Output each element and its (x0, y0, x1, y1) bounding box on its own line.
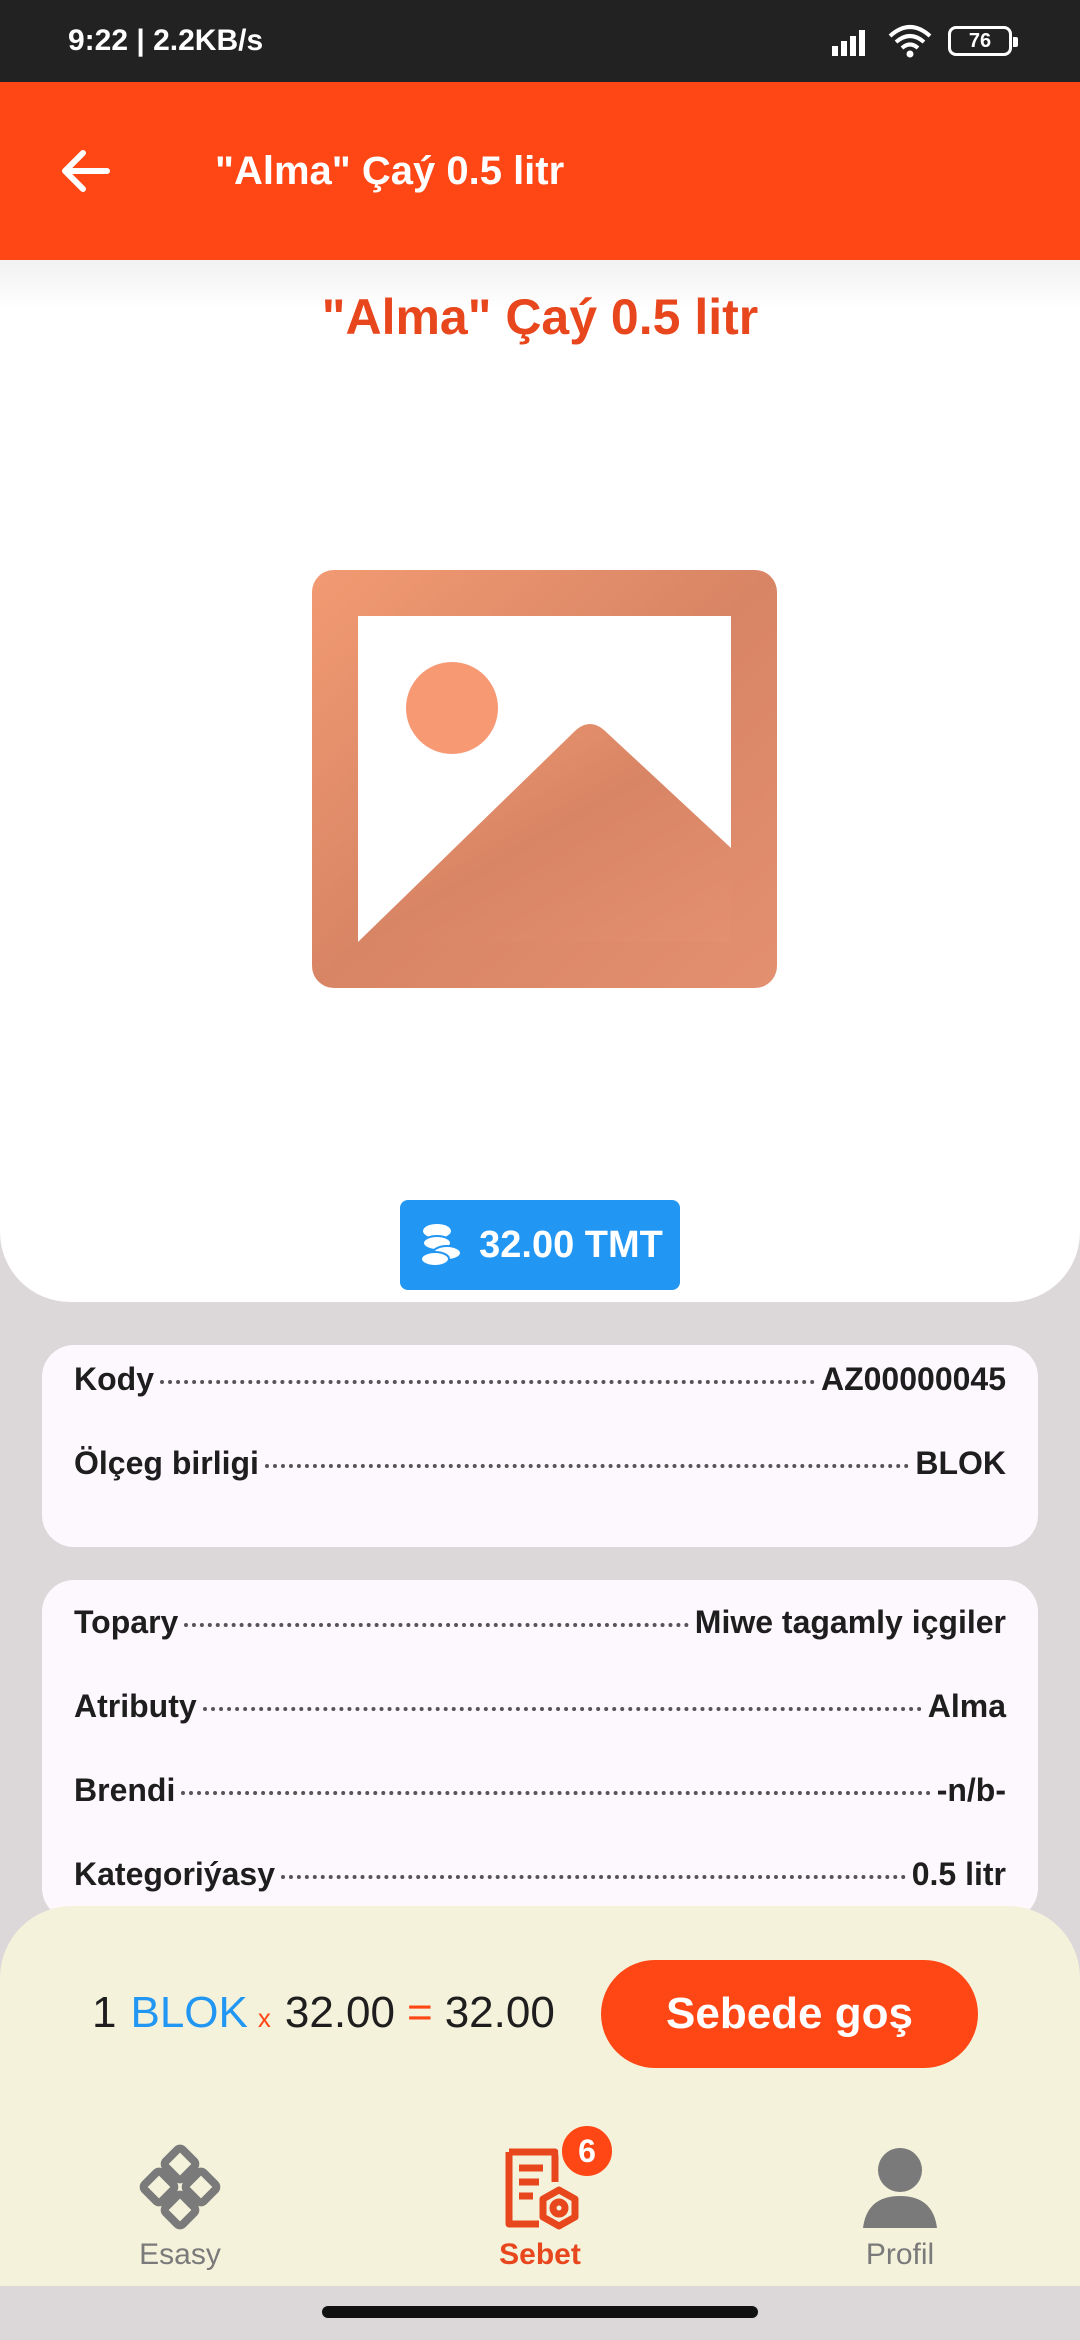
equals-sign: = (406, 1988, 433, 2037)
app-bar-title: "Alma" Çaý 0.5 litr (215, 148, 565, 193)
leader-dots (264, 1464, 910, 1468)
info-label: Topary (74, 1604, 179, 1640)
leader-dots (280, 1875, 906, 1879)
profile-icon (863, 2148, 937, 2228)
info-value: -n/b- (936, 1772, 1006, 1808)
unit-value[interactable]: BLOK (130, 1988, 247, 2038)
nav-label-cart: Sebet (499, 2238, 581, 2271)
product-title: "Alma" Çaý 0.5 litr (321, 289, 759, 345)
info-value: Alma (927, 1688, 1006, 1724)
info-card-primary: Kody AZ00000045 Ölçeg birligi BLOK (42, 1345, 1038, 1547)
multiply-sign: x (257, 2003, 271, 2033)
battery-level: 76 (968, 29, 992, 52)
unit-price: 32.00 (284, 1988, 395, 2037)
app-bar: "Alma" Çaý 0.5 litr (0, 82, 1080, 260)
info-label: Ölçeg birligi (74, 1445, 259, 1481)
info-row-attribute: Atributy Alma (74, 1688, 1006, 1772)
info-label: Atributy (74, 1688, 197, 1724)
status-icons: 76 (830, 24, 1018, 58)
leader-dots (184, 1623, 689, 1627)
info-value: Miwe tagamly içgiler (694, 1604, 1006, 1640)
battery-icon: 76 (948, 26, 1018, 56)
total-price: 32.00 (444, 1988, 555, 2037)
info-value: 0.5 litr (911, 1856, 1006, 1892)
info-row-code: Kody AZ00000045 (74, 1361, 1006, 1445)
back-button[interactable] (40, 126, 130, 216)
leader-dots (181, 1791, 931, 1795)
quantity-value[interactable]: 1 (92, 1988, 116, 2038)
info-row-brand: Brendi -n/b- (74, 1772, 1006, 1856)
nav-label-profile: Profil (865, 2238, 935, 2271)
cart-count-badge: 6 (558, 2122, 616, 2180)
product-card: "Alma" Çaý 0.5 litr 32.00 TMT (0, 260, 1080, 1302)
nav-item-cart[interactable]: Sebet (360, 2140, 720, 2286)
info-value: BLOK (915, 1445, 1006, 1481)
leader-dots (202, 1707, 922, 1711)
info-row-group: Topary Miwe tagamly içgiler (74, 1604, 1006, 1688)
status-time: 9:22 | 2.2KB/s (68, 24, 264, 57)
quantity-calculation: 1 BLOK x 32.00 = 32.00 (92, 1988, 555, 2038)
image-placeholder-icon (312, 570, 777, 988)
info-card-details: Topary Miwe tagamly içgiler Atributy Alm… (42, 1580, 1038, 1920)
coins-icon (420, 1224, 463, 1267)
bottom-sheet: 1 BLOK x 32.00 = 32.00 Sebede goş Esasy (0, 1906, 1080, 2286)
info-value: AZ00000045 (820, 1361, 1006, 1397)
add-to-cart-button[interactable]: Sebede goş (601, 1960, 978, 2068)
signal-icon (832, 30, 865, 56)
info-label: Brendi (74, 1772, 176, 1808)
nav-label-home: Esasy (139, 2238, 221, 2271)
info-label: Kody (74, 1361, 154, 1397)
price-badge: 32.00 TMT (400, 1200, 680, 1290)
status-bar: 9:22 | 2.2KB/s 76 (0, 0, 1080, 82)
bottom-nav: Esasy Sebet Profil (0, 2140, 1080, 2286)
info-row-unit: Ölçeg birligi BLOK (74, 1445, 1006, 1529)
wifi-icon (888, 25, 932, 58)
home-icon (139, 2144, 221, 2230)
price-text: 32.00 TMT (479, 1223, 663, 1266)
home-indicator[interactable] (322, 2306, 758, 2318)
leader-dots (160, 1380, 815, 1384)
info-label: Kategoriýasy (74, 1856, 275, 1892)
arrow-left-icon (62, 150, 110, 192)
nav-item-home[interactable]: Esasy (0, 2140, 360, 2286)
nav-item-profile[interactable]: Profil (720, 2140, 1080, 2286)
